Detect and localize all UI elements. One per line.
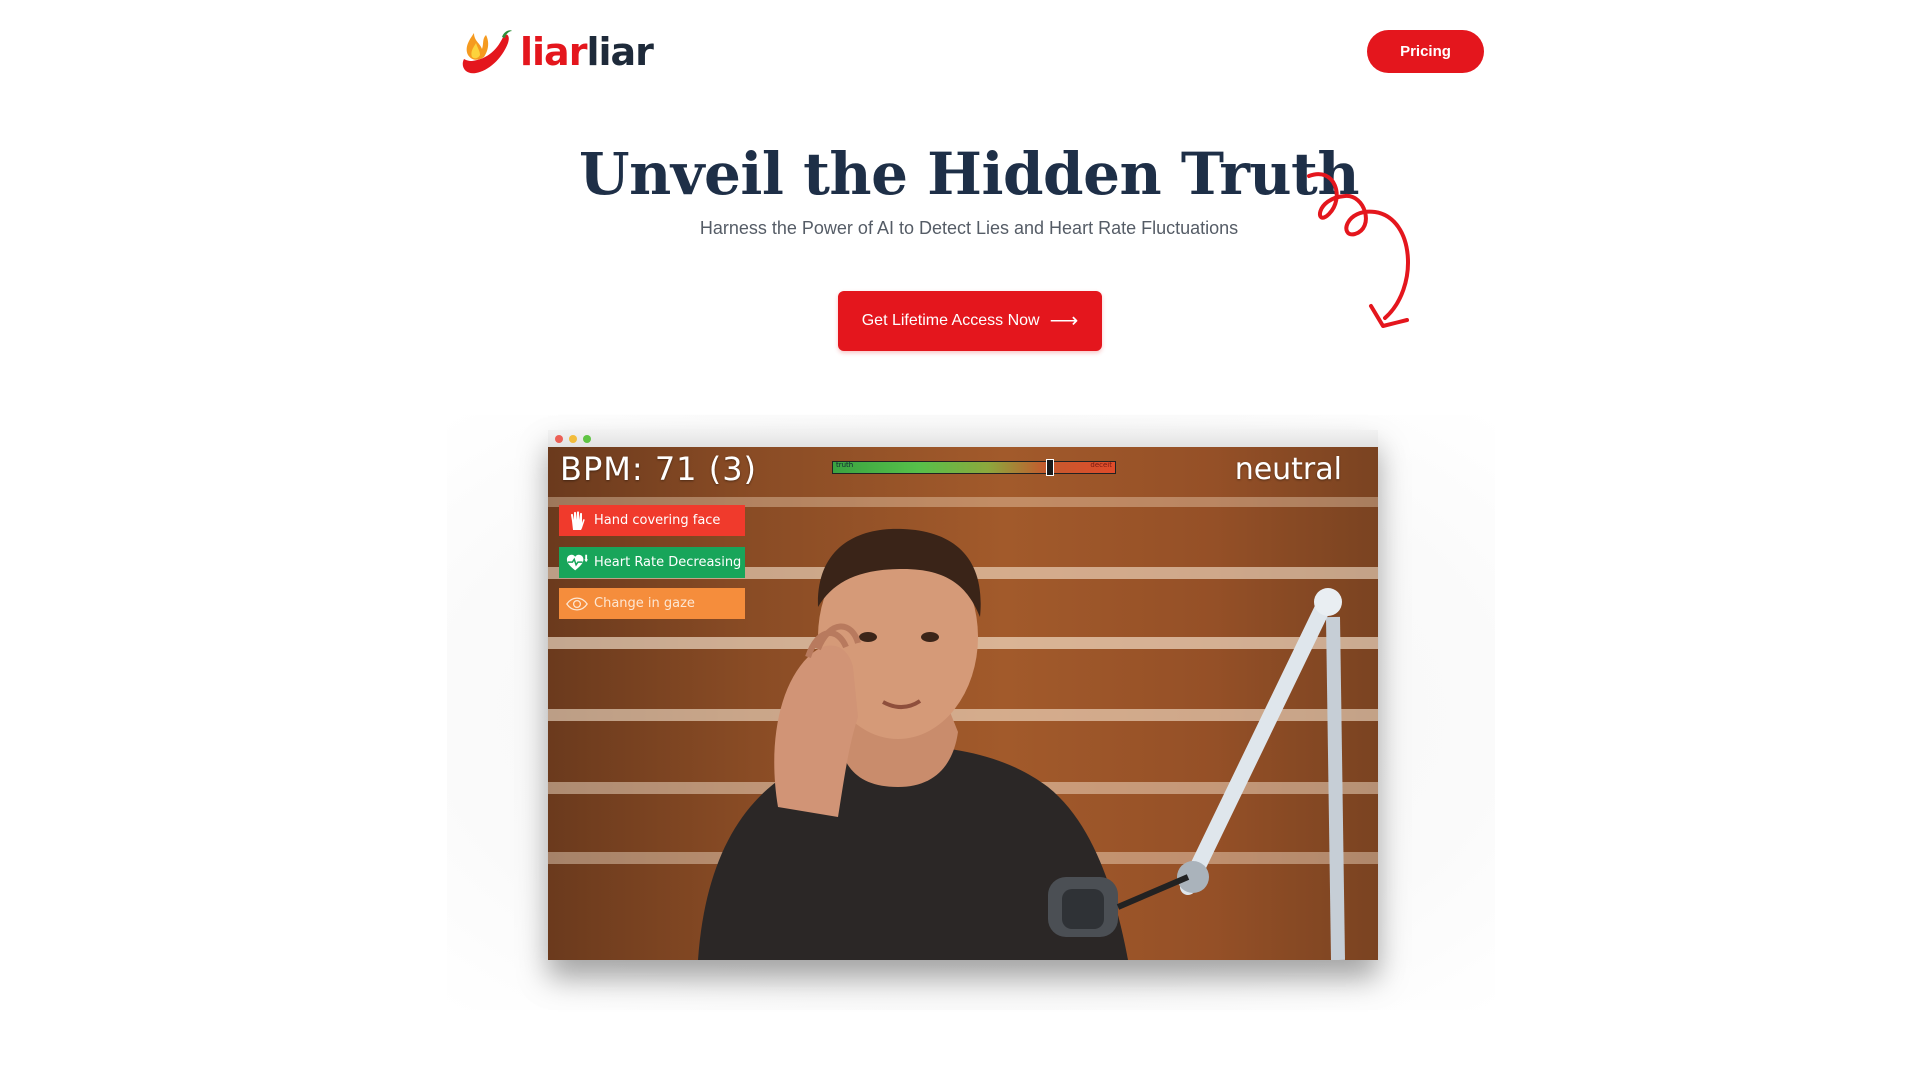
hand-icon	[566, 510, 588, 532]
meter-deceit-label: deceit	[1090, 461, 1112, 469]
truth-deceit-meter: truth deceit	[832, 459, 1116, 476]
meter-truth-label: truth	[836, 461, 854, 469]
logo[interactable]: liarliar	[458, 28, 654, 76]
get-lifetime-access-button[interactable]: Get Lifetime Access Now ⟶	[838, 291, 1102, 351]
logo-text-dark: liar	[586, 30, 653, 74]
flag-label: Hand covering face	[594, 513, 721, 528]
cta-label: Get Lifetime Access Now	[861, 312, 1040, 329]
bpm-readout: BPM: 71 (3)	[560, 450, 758, 488]
title-rest-text: the Hidden Truth	[783, 140, 1359, 208]
logo-text-red: liar	[520, 30, 587, 74]
flag-heart-rate-decreasing: Heart Rate Decreasing	[559, 547, 745, 578]
close-dot-icon	[555, 434, 563, 443]
flag-label: Change in gaze	[594, 596, 695, 611]
emotion-label: neutral	[1234, 452, 1342, 487]
arrow-right-icon: ⟶	[1049, 310, 1079, 332]
title-highlight-word: Unveil	[579, 138, 784, 210]
window-titlebar	[548, 430, 1378, 447]
title-highlight-text: Unveil	[579, 140, 784, 208]
heart-rate-down-icon	[566, 552, 588, 574]
flag-label: Heart Rate Decreasing	[594, 555, 742, 570]
microphone-arm	[1048, 588, 1345, 960]
flag-hand-covering-face: Hand covering face	[559, 505, 745, 536]
curly-arrow-icon	[1307, 172, 1410, 328]
demo-video[interactable]: BPM: 71 (3) truth deceit neutral Hand co…	[548, 447, 1378, 960]
demo-window: BPM: 71 (3) truth deceit neutral Hand co…	[548, 430, 1378, 960]
eye-icon	[566, 593, 588, 615]
hero-title: Unveil the Hidden Truth	[0, 138, 1920, 210]
chili-flame-icon	[462, 30, 512, 74]
maximize-dot-icon	[583, 434, 591, 443]
pricing-button[interactable]: Pricing	[1367, 30, 1484, 73]
hero-subtitle: Harness the Power of AI to Detect Lies a…	[699, 218, 1239, 238]
flag-change-in-gaze: Change in gaze	[559, 588, 745, 619]
meter-indicator	[1046, 459, 1055, 476]
minimize-dot-icon	[569, 434, 577, 443]
logo-wordmark: liarliar	[520, 30, 654, 74]
